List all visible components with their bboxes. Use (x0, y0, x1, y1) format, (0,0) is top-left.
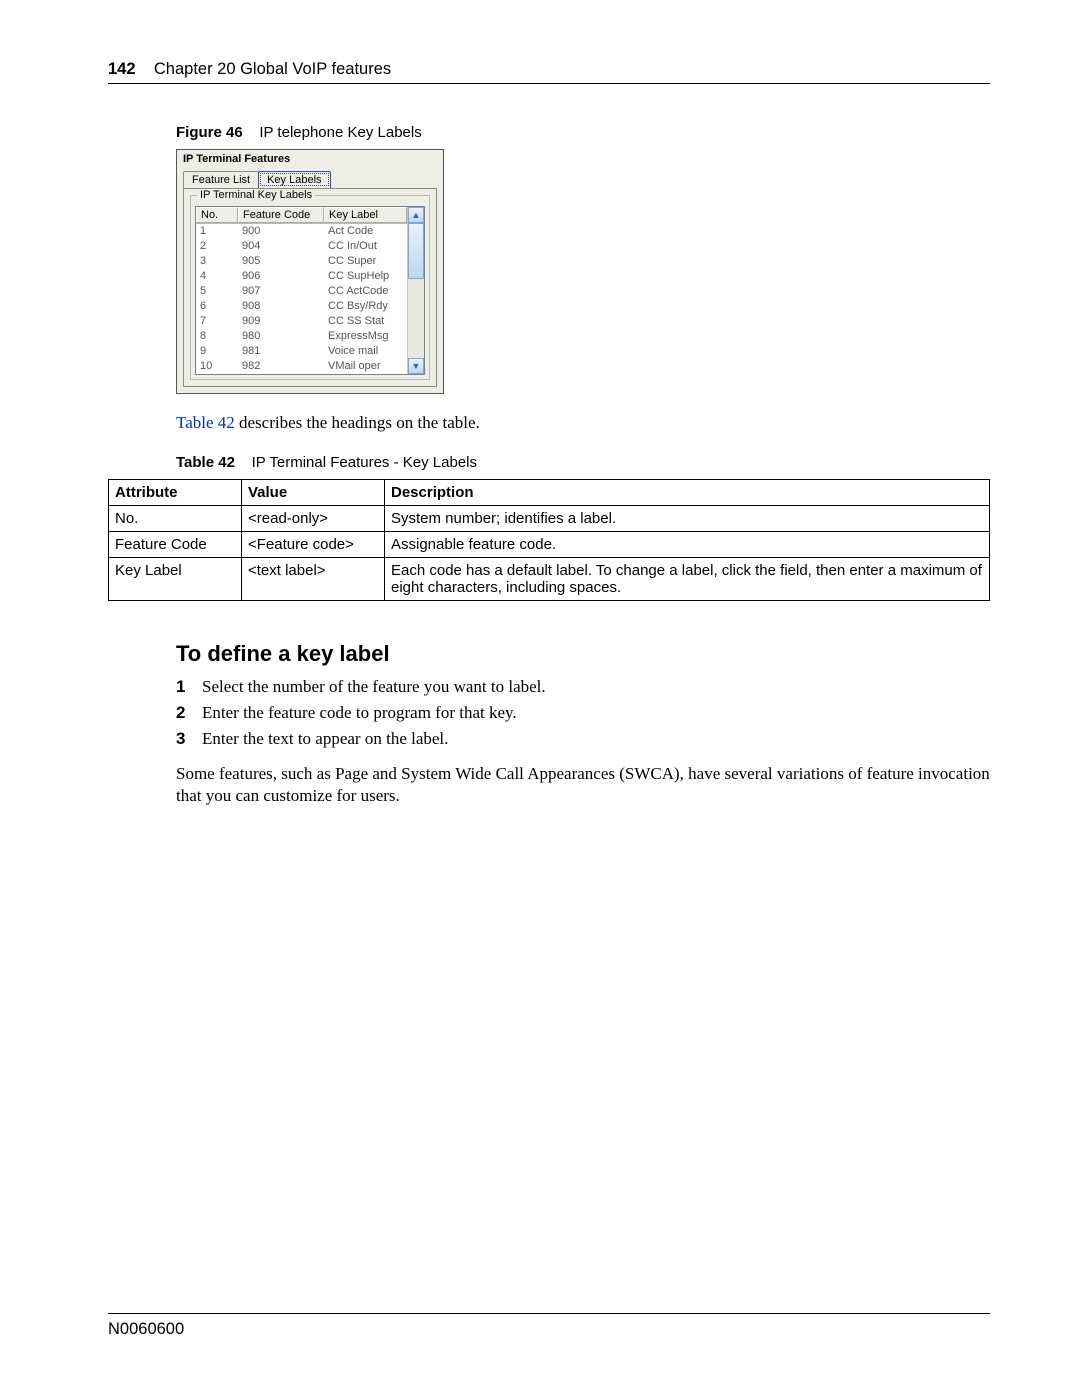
listview-scrollbar[interactable]: ▲ ▼ (407, 207, 424, 374)
cell-feature-code: 907 (238, 284, 324, 299)
list-item[interactable]: 9981Voice mail (196, 344, 407, 359)
column-header-key-label[interactable]: Key Label (324, 207, 407, 223)
scroll-thumb[interactable] (408, 223, 424, 279)
cell-value: <Feature code> (242, 532, 385, 558)
table-cross-reference: Table 42 describes the headings on the t… (176, 412, 990, 434)
list-item[interactable]: 4906CC SupHelp (196, 269, 407, 284)
step-number: 1 (176, 677, 185, 697)
table-row: Feature Code<Feature code>Assignable fea… (109, 532, 990, 558)
cell-key-label: CC Bsy/Rdy (324, 299, 407, 314)
cell-feature-code: 904 (238, 239, 324, 254)
cell-feature-code: 909 (238, 314, 324, 329)
attribute-table: Attribute Value Description No.<read-onl… (108, 479, 990, 601)
list-item[interactable]: 3905CC Super (196, 254, 407, 269)
cell-no: 9 (196, 344, 238, 359)
cell-key-label: CC SS Stat (324, 314, 407, 329)
cell-no: 5 (196, 284, 238, 299)
step-text: Enter the text to appear on the label. (202, 729, 448, 748)
cell-attribute: Feature Code (109, 532, 242, 558)
step-item: 1Select the number of the feature you wa… (202, 677, 990, 697)
ip-terminal-features-window: IP Terminal Features Feature List Key La… (176, 149, 444, 394)
cell-description: System number; identifies a label. (385, 506, 990, 532)
cell-value: <text label> (242, 558, 385, 601)
key-labels-listview[interactable]: No. Feature Code Key Label 1900Act Code2… (195, 206, 425, 375)
cell-value: <read-only> (242, 506, 385, 532)
cell-key-label: ExpressMsg (324, 329, 407, 344)
list-item[interactable]: 2904CC In/Out (196, 239, 407, 254)
cell-no: 10 (196, 359, 238, 374)
list-item[interactable]: 8980ExpressMsg (196, 329, 407, 344)
step-text: Enter the feature code to program for th… (202, 703, 517, 722)
scroll-down-icon[interactable]: ▼ (408, 358, 424, 374)
scroll-up-icon[interactable]: ▲ (408, 207, 424, 223)
page-footer: N0060600 (108, 1313, 990, 1339)
cell-no: 2 (196, 239, 238, 254)
fieldset-legend: IP Terminal Key Labels (197, 189, 315, 201)
section-heading: To define a key label (176, 641, 990, 667)
cell-no: 4 (196, 269, 238, 284)
chapter-title: Chapter 20 Global VoIP features (154, 60, 391, 78)
cell-no: 3 (196, 254, 238, 269)
cell-key-label: CC Super (324, 254, 407, 269)
cell-attribute: No. (109, 506, 242, 532)
column-header-attribute: Attribute (109, 480, 242, 506)
window-title: IP Terminal Features (177, 150, 443, 167)
listview-header: No. Feature Code Key Label (196, 207, 407, 224)
list-item[interactable]: 10982VMail oper (196, 359, 407, 374)
tab-key-labels[interactable]: Key Labels (258, 171, 330, 188)
cell-key-label: VMail oper (324, 359, 407, 374)
cell-feature-code: 906 (238, 269, 324, 284)
cell-key-label: CC ActCode (324, 284, 407, 299)
column-header-feature-code[interactable]: Feature Code (238, 207, 324, 223)
list-item[interactable]: 7909CC SS Stat (196, 314, 407, 329)
cell-no: 8 (196, 329, 238, 344)
list-item[interactable]: 1900Act Code (196, 224, 407, 239)
table-42-link[interactable]: Table 42 (176, 413, 235, 432)
step-item: 2Enter the feature code to program for t… (202, 703, 990, 723)
column-header-no[interactable]: No. (196, 207, 238, 223)
closing-paragraph: Some features, such as Page and System W… (176, 763, 990, 807)
cell-description: Each code has a default label. To change… (385, 558, 990, 601)
cell-key-label: CC SupHelp (324, 269, 407, 284)
table-row: Key Label<text label>Each code has a def… (109, 558, 990, 601)
cell-no: 1 (196, 224, 238, 239)
cell-key-label: Voice mail (324, 344, 407, 359)
table-title: IP Terminal Features - Key Labels (252, 454, 477, 471)
steps-list: 1 Select the number of the feature you wa… (176, 677, 990, 749)
cell-description: Assignable feature code. (385, 532, 990, 558)
step-number: 3 (176, 729, 185, 749)
cell-feature-code: 900 (238, 224, 324, 239)
key-labels-fieldset: IP Terminal Key Labels No. Feature Code … (190, 195, 430, 380)
cell-feature-code: 980 (238, 329, 324, 344)
document-id: N0060600 (108, 1320, 184, 1338)
cell-feature-code: 982 (238, 359, 324, 374)
table-label: Table 42 (176, 454, 235, 471)
cell-key-label: Act Code (324, 224, 407, 239)
column-header-value: Value (242, 480, 385, 506)
cell-no: 6 (196, 299, 238, 314)
cell-attribute: Key Label (109, 558, 242, 601)
table-caption: Table 42 IP Terminal Features - Key Labe… (176, 454, 990, 471)
cell-no: 7 (196, 314, 238, 329)
tab-strip: Feature List Key Labels (177, 167, 443, 188)
cell-feature-code: 905 (238, 254, 324, 269)
list-item[interactable]: 6908CC Bsy/Rdy (196, 299, 407, 314)
step-item: 3Enter the text to appear on the label. (202, 729, 990, 749)
list-item[interactable]: 5907CC ActCode (196, 284, 407, 299)
step-text: Select the number of the feature you wan… (202, 677, 546, 696)
figure-caption: Figure 46 IP telephone Key Labels (176, 124, 990, 141)
figure-label: Figure 46 (176, 124, 243, 141)
cell-feature-code: 981 (238, 344, 324, 359)
column-header-description: Description (385, 480, 990, 506)
running-header: 142 Chapter 20 Global VoIP features (108, 60, 990, 84)
table-row: No.<read-only>System number; identifies … (109, 506, 990, 532)
step-number: 2 (176, 703, 185, 723)
xref-rest: describes the headings on the table. (235, 413, 480, 432)
page-number: 142 (108, 60, 136, 78)
tab-feature-list[interactable]: Feature List (183, 171, 259, 188)
cell-feature-code: 908 (238, 299, 324, 314)
tab-pane-key-labels: IP Terminal Key Labels No. Feature Code … (183, 188, 437, 387)
figure-title: IP telephone Key Labels (259, 124, 421, 141)
cell-key-label: CC In/Out (324, 239, 407, 254)
